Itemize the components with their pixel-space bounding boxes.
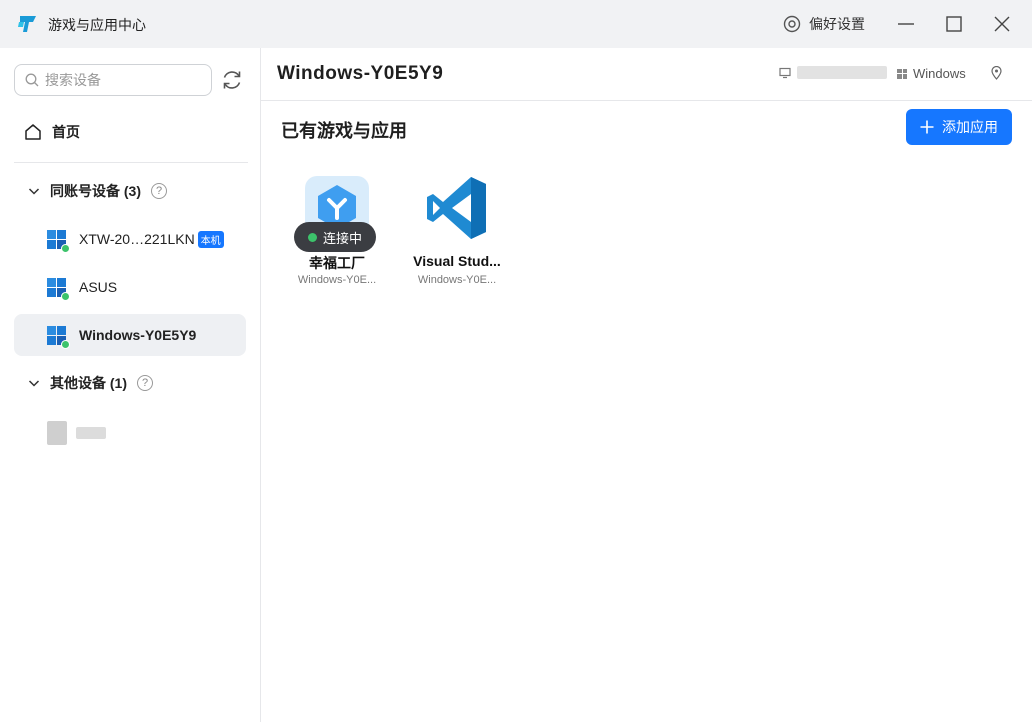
vscode-icon [427,177,486,239]
sidebar-item-home[interactable]: 首页 [14,112,246,152]
blurred-device-icon [47,421,67,445]
maximize-button[interactable] [940,10,968,38]
status-label: 连接中 [323,230,363,246]
status-dot [308,232,317,242]
settings-icon [783,15,801,33]
app-device: Windows-Y0E... [297,274,377,286]
preferences-label: 偏好设置 [809,16,865,32]
app-name: 幸福工厂 [309,255,365,271]
search-icon [25,73,39,87]
windows-icon [47,277,70,301]
monitor-icon [779,67,791,78]
group-same-account[interactable]: 同账号设备 (3) ? [14,173,246,209]
help-icon[interactable]: ? [137,375,153,391]
group-label: 其他设备 (1) [50,375,127,391]
app-logo-icon [18,16,36,32]
group-other-devices[interactable]: 其他设备 (1) ? [14,365,246,401]
minimize-icon [898,23,914,25]
device-name: ASUS [79,279,118,295]
blurred-model-name [797,66,887,79]
local-device-badge: 本机 [197,230,224,248]
device-name: XTW-20…221LKN [79,231,195,247]
app-icon [425,176,489,240]
sidebar: 首页 同账号设备 (3) ? XTW-20…221LKN 本机 ASUS Win… [0,48,261,722]
device-title: Windows-Y0E5Y9 [277,63,444,84]
sidebar-device-blurred[interactable] [14,412,246,454]
title-bar: 游戏与应用中心 偏好设置 [0,0,1032,48]
windows-icon [47,325,70,349]
windows-small-icon [897,68,907,79]
search-box[interactable] [14,64,212,96]
sidebar-device-asus[interactable]: ASUS [14,266,246,308]
windows-icon [47,229,70,253]
help-icon[interactable]: ? [151,183,167,199]
plus-icon [920,120,934,134]
group-label: 同账号设备 (3) [50,183,141,199]
blurred-device-name [76,427,106,439]
maximize-icon [946,16,962,32]
app-tile-vscode[interactable]: Visual Stud... Windows-Y0E... [398,176,516,294]
sidebar-device-windows-y0e5y9[interactable]: Windows-Y0E5Y9 [14,314,246,356]
app-tile-satisfactory[interactable]: 连接中 幸福工厂 Windows-Y0E... [278,176,396,294]
device-name: Windows-Y0E5Y9 [79,327,197,343]
minimize-button[interactable] [892,10,920,38]
location-pin-icon[interactable] [990,66,1003,80]
home-label: 首页 [52,124,80,140]
add-app-label: 添加应用 [942,119,998,135]
add-app-button[interactable]: 添加应用 [906,109,1012,145]
app-device: Windows-Y0E... [417,274,497,286]
os-info: Windows [897,66,966,81]
connection-status-pill: 连接中 [294,222,377,252]
close-icon [994,16,1010,32]
device-model-info [779,66,887,79]
app-title: 游戏与应用中心 [48,17,146,33]
sidebar-device-xtw[interactable]: XTW-20…221LKN 本机 [14,218,246,260]
preferences-button[interactable]: 偏好设置 [783,13,865,35]
chevron-down-icon [28,188,40,195]
sidebar-divider [14,162,248,163]
device-header: Windows-Y0E5Y9 Windows [261,48,1032,101]
os-label: Windows [913,66,966,81]
section-title: 已有游戏与应用 [281,121,407,141]
app-name: Visual Stud... [413,253,501,269]
home-icon [25,124,41,140]
chevron-down-icon [28,380,40,387]
close-button[interactable] [988,10,1016,38]
search-input[interactable] [45,72,195,88]
refresh-icon[interactable] [220,68,244,92]
